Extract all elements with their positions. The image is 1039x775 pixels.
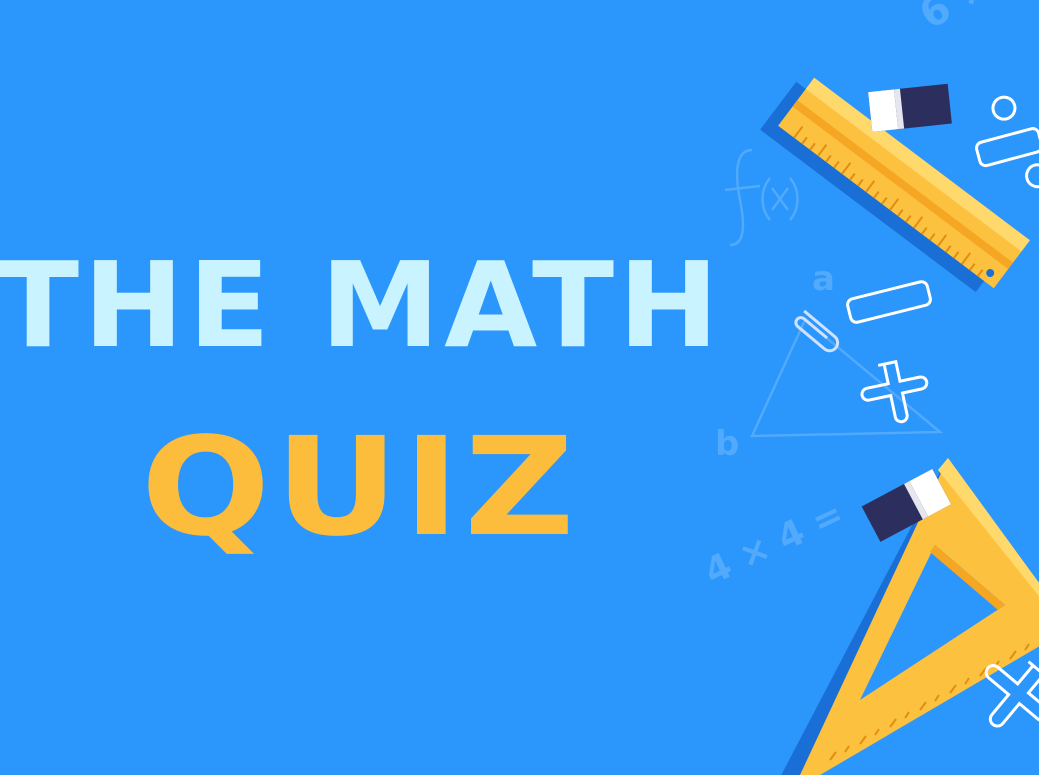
paperclip-icon xyxy=(794,309,840,353)
number-sketch: 6 × 12 xyxy=(912,0,1039,39)
function-sketch-icon xyxy=(724,148,761,247)
percent-icon xyxy=(975,95,1039,189)
eraser-icon xyxy=(868,83,952,132)
minus-icon xyxy=(846,280,932,324)
quiz-title-card: a b 4 × 4 = 6 × 12 xyxy=(0,0,1039,775)
title-line-1: THE MATH xyxy=(0,236,724,374)
title-line-2: QUIZ xyxy=(140,409,580,567)
decorations: a b 4 × 4 = 6 × 12 xyxy=(698,0,1039,775)
letter-a-sketch: a xyxy=(812,259,835,299)
paren-sketch-icon xyxy=(761,177,799,221)
